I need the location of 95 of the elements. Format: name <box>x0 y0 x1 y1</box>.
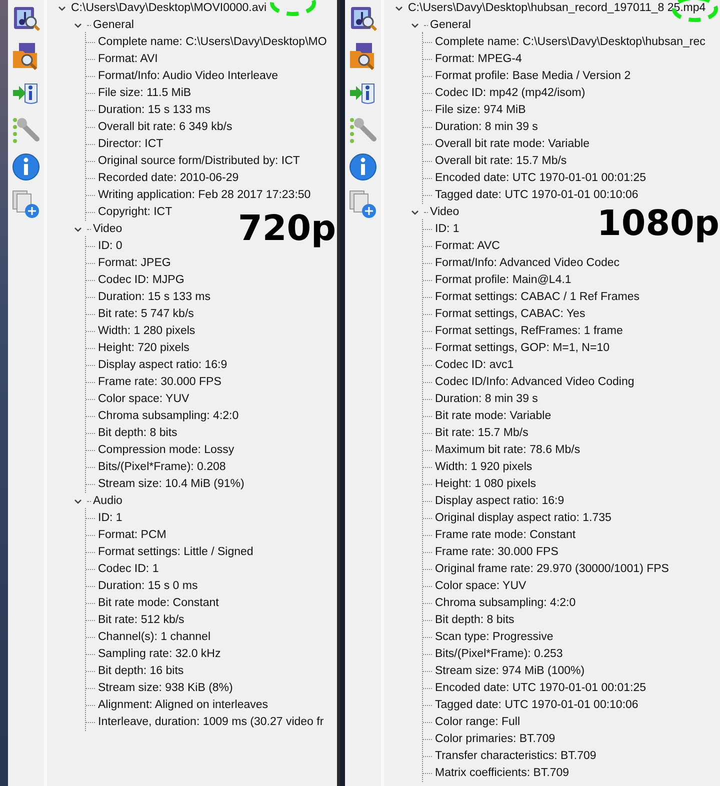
property-item[interactable]: Bit rate mode: Variable <box>435 408 552 425</box>
property-item[interactable]: Original frame rate: 29.970 (30000/1001) FPS <box>435 561 669 578</box>
property-item[interactable]: Bit rate: 512 kb/s <box>98 612 184 629</box>
property-item[interactable]: Format profile: Main@L4.1 <box>435 272 572 289</box>
file-path[interactable]: C:\Users\Davy\Desktop\MOVI0000.avi <box>71 0 267 17</box>
property-item[interactable]: Encoded date: UTC 1970-01-01 00:01:25 <box>435 170 646 187</box>
property-item[interactable]: Tagged date: UTC 1970-01-01 00:10:06 <box>435 187 638 204</box>
property-item[interactable]: Duration: 15 s 133 ms <box>98 289 211 306</box>
property-item[interactable]: ID: 1 <box>435 221 460 238</box>
property-item[interactable]: Stream size: 938 KiB (8%) <box>98 680 233 697</box>
music-file-search-icon[interactable] <box>348 4 378 34</box>
property-item[interactable]: ID: 1 <box>98 510 122 527</box>
property-item[interactable]: Format settings, RefFrames: 1 frame <box>435 323 623 340</box>
property-item[interactable]: Channel(s): 1 channel <box>98 629 211 646</box>
property-item[interactable]: Bit rate mode: Constant <box>98 595 219 612</box>
property-item[interactable]: Original source form/Distributed by: ICT <box>98 153 300 170</box>
property-item[interactable]: Display aspect ratio: 16:9 <box>98 357 228 374</box>
property-item[interactable]: Writing application: Feb 28 2017 17:23:50 <box>98 187 311 204</box>
property-item[interactable]: Width: 1 280 pixels <box>98 323 196 340</box>
property-item[interactable]: Original display aspect ratio: 1.735 <box>435 510 612 527</box>
property-item[interactable]: Duration: 8 min 39 s <box>435 391 538 408</box>
property-item[interactable]: Format settings: Little / Signed <box>98 544 254 561</box>
property-item[interactable]: Frame rate mode: Constant <box>435 527 576 544</box>
section-title[interactable]: Video <box>93 221 122 238</box>
property-item[interactable]: Format profile: Base Media / Version 2 <box>435 68 631 85</box>
property-item[interactable]: Bit rate: 15.7 Mb/s <box>435 425 528 442</box>
property-item[interactable]: Frame rate: 30.000 FPS <box>98 374 222 391</box>
property-item[interactable]: Copyright: ICT <box>98 204 172 221</box>
property-item[interactable]: Codec ID: avc1 <box>435 357 514 374</box>
property-item[interactable]: Height: 720 pixels <box>98 340 190 357</box>
property-item[interactable]: Codec ID: mp42 (mp42/isom) <box>435 85 586 102</box>
property-item[interactable]: Format settings, CABAC: Yes <box>435 306 586 323</box>
property-item[interactable]: Tagged date: UTC 1970-01-01 00:10:06 <box>435 697 638 714</box>
property-item[interactable]: Bit depth: 8 bits <box>98 425 178 442</box>
property-item[interactable]: Scan type: Progressive <box>435 629 554 646</box>
property-item[interactable]: Color space: YUV <box>435 578 526 595</box>
property-item[interactable]: Codec ID: MJPG <box>98 272 184 289</box>
property-item[interactable]: Recorded date: 2010-06-29 <box>98 170 239 187</box>
info-icon[interactable] <box>348 152 378 182</box>
property-item[interactable]: Codec ID: 1 <box>98 561 159 578</box>
file-path[interactable]: C:\Users\Davy\Desktop\hubsan_record_197011_8 25.mp4 <box>408 0 706 17</box>
property-item[interactable]: File size: 11.5 MiB <box>98 85 192 102</box>
section-title[interactable]: Audio <box>93 493 122 510</box>
property-item[interactable]: Overall bit rate mode: Variable <box>435 136 590 153</box>
info-icon[interactable] <box>11 152 41 182</box>
property-item[interactable]: Color space: YUV <box>98 391 190 408</box>
property-item[interactable]: Color range: Full <box>435 714 520 731</box>
property-item[interactable]: Format: JPEG <box>98 255 171 272</box>
property-item[interactable]: Format settings: CABAC / 1 Ref Frames <box>435 289 640 306</box>
property-item[interactable]: Format: PCM <box>98 527 166 544</box>
property-item[interactable]: Bit depth: 16 bits <box>98 663 184 680</box>
property-item[interactable]: Height: 1 080 pixels <box>435 476 536 493</box>
property-item[interactable]: Interleave, duration: 1009 ms (30.27 video fr <box>98 714 324 731</box>
property-item[interactable]: Complete name: C:\Users\Davy\Desktop\MO <box>98 34 327 51</box>
property-item[interactable]: Duration: 15 s 133 ms <box>98 102 211 119</box>
property-item[interactable]: Matrix coefficients: BT.709 <box>435 765 570 782</box>
property-item[interactable]: Duration: 15 s 0 ms <box>98 578 198 595</box>
property-item[interactable]: Format: AVC <box>435 238 500 255</box>
property-item[interactable]: Format settings, GOP: M=1, N=10 <box>435 340 610 357</box>
property-item[interactable]: Width: 1 920 pixels <box>435 459 532 476</box>
property-item[interactable]: Frame rate: 30.000 FPS <box>435 544 558 561</box>
property-item[interactable]: Overall bit rate: 15.7 Mb/s <box>435 153 567 170</box>
property-item[interactable]: Duration: 8 min 39 s <box>435 119 538 136</box>
property-item[interactable]: Chroma subsampling: 4:2:0 <box>435 595 576 612</box>
property-item[interactable]: Encoded date: UTC 1970-01-01 00:01:25 <box>435 680 646 697</box>
property-item[interactable]: Color primaries: BT.709 <box>435 731 556 748</box>
property-item[interactable]: Transfer characteristics: BT.709 <box>435 748 596 765</box>
property-item[interactable]: Compression mode: Lossy <box>98 442 234 459</box>
property-item[interactable]: Maximum bit rate: 78.6 Mb/s <box>435 442 580 459</box>
property-item[interactable]: ID: 0 <box>98 238 122 255</box>
property-item[interactable]: Alignment: Aligned on interleaves <box>98 697 268 714</box>
section-title[interactable]: General <box>93 17 134 34</box>
property-item[interactable]: Bit rate: 5 747 kb/s <box>98 306 194 323</box>
section-title[interactable]: Video <box>430 204 460 221</box>
property-item[interactable]: Bit depth: 8 bits <box>435 612 514 629</box>
property-item[interactable]: Format: MPEG-4 <box>435 51 522 68</box>
property-item[interactable]: Bits/(Pixel*Frame): 0.253 <box>435 646 563 663</box>
resolution-label: 1080p <box>597 205 720 243</box>
music-file-search-icon[interactable] <box>11 4 41 34</box>
property-item[interactable]: Display aspect ratio: 16:9 <box>435 493 564 510</box>
resolution-label: 720p <box>238 210 336 248</box>
property-item[interactable]: Sampling rate: 32.0 kHz <box>98 646 221 663</box>
property-item[interactable]: Complete name: C:\Users\Davy\Desktop\hubsan_rec <box>435 34 706 51</box>
property-item[interactable]: Stream size: 974 MiB (100%) <box>435 663 585 680</box>
property-item[interactable]: Format/Info: Advanced Video Codec <box>435 255 620 272</box>
section-title[interactable]: General <box>430 17 471 34</box>
property-item[interactable]: File size: 974 MiB <box>435 102 526 119</box>
property-item[interactable]: Format: AVI <box>98 51 158 68</box>
property-item[interactable]: Overall bit rate: 6 349 kb/s <box>98 119 232 136</box>
property-item[interactable]: Chroma subsampling: 4:2:0 <box>98 408 239 425</box>
property-item[interactable]: Director: ICT <box>98 136 164 153</box>
property-item[interactable]: Format/Info: Audio Video Interleave <box>98 68 278 85</box>
property-item[interactable]: Stream size: 10.4 MiB (91%) <box>98 476 244 493</box>
property-item[interactable]: Codec ID/Info: Advanced Video Coding <box>435 374 634 391</box>
property-item[interactable]: Bits/(Pixel*Frame): 0.208 <box>98 459 226 476</box>
